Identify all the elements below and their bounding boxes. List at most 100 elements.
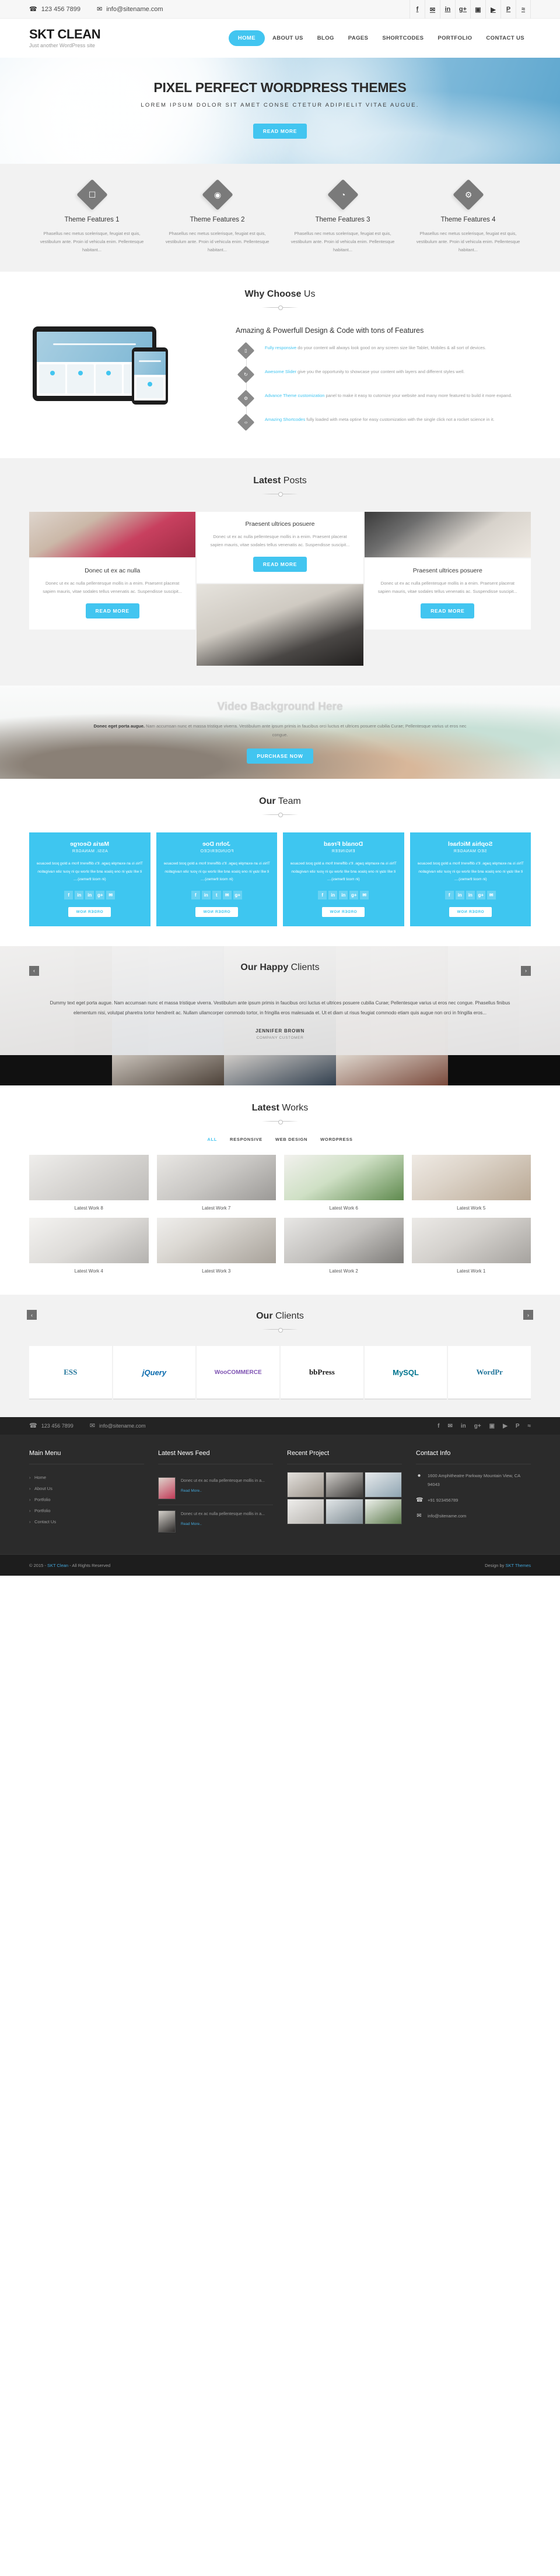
facebook-icon[interactable]: f [64, 890, 74, 899]
post-read-more-button[interactable]: READ MORE [253, 556, 307, 572]
project-thumbnail[interactable] [326, 1499, 363, 1525]
nav-item-portfolio[interactable]: PORTFOLIO [431, 31, 478, 45]
linkedin-icon[interactable]: in [455, 890, 464, 899]
team-order-now-button[interactable]: ORDER NOW [68, 906, 111, 917]
linkedin-icon[interactable]: in [75, 890, 84, 899]
googleplus-icon[interactable]: g+ [455, 0, 470, 19]
feature-card[interactable]: ⚙ Theme Features 4 Phasellus nec metus s… [405, 179, 531, 254]
facebook-icon[interactable]: f [191, 890, 200, 899]
filter-tab-web-design[interactable]: WEB DESIGN [275, 1137, 307, 1142]
project-thumbnail[interactable] [287, 1472, 325, 1498]
linkedin-icon[interactable]: in [339, 890, 348, 899]
rss-icon[interactable]: ≈ [528, 1423, 531, 1429]
hero-read-more-button[interactable]: READ MORE [253, 124, 307, 139]
why-feature-link[interactable]: Advance Theme customization [265, 393, 324, 398]
project-thumbnail[interactable] [326, 1472, 363, 1498]
pinterest-icon[interactable]: P [516, 1423, 520, 1429]
filter-tab-responsive[interactable]: RESPONSIVE [230, 1137, 262, 1142]
nav-item-pages[interactable]: PAGES [342, 31, 375, 45]
client-logo-item[interactable]: WooCOMMERCE [197, 1346, 280, 1400]
post-read-more-button[interactable]: READ MORE [421, 603, 475, 618]
news-read-more-link[interactable]: Read More.. [181, 1489, 202, 1493]
googleplus-icon[interactable]: g+ [476, 890, 485, 899]
facebook-icon[interactable]: f [438, 1423, 439, 1429]
why-feature-link[interactable]: Amazing Shortcodes [265, 417, 305, 422]
linkedin-icon[interactable]: in [328, 890, 338, 899]
feature-card[interactable]: ☐ Theme Features 1 Phasellus nec metus s… [29, 179, 155, 254]
post-read-more-button[interactable]: READ MORE [85, 603, 139, 618]
googleplus-icon[interactable]: g+ [474, 1423, 481, 1429]
footer-menu-item-portfolio[interactable]: Portfolio [29, 1494, 144, 1505]
facebook-icon[interactable]: f [318, 890, 327, 899]
why-feature-link[interactable]: Fully responsive [265, 345, 296, 350]
topbar-email[interactable]: ✉ info@sitename.com [97, 6, 163, 13]
work-item[interactable]: Latest Work 7 [156, 1155, 276, 1211]
post-title[interactable]: Praesent ultrices posuere [374, 567, 522, 574]
twitter-icon[interactable]: t [212, 890, 221, 899]
project-thumbnail[interactable] [287, 1499, 325, 1525]
email-icon[interactable]: ✉ [222, 890, 232, 899]
filter-tab-all[interactable]: ALL [207, 1137, 217, 1142]
client-logo-item[interactable]: jQuery [113, 1346, 196, 1400]
work-item[interactable]: Latest Work 6 [284, 1155, 404, 1211]
site-logo[interactable]: SKT CLEAN Just another WordPress site [29, 28, 101, 49]
footer-email[interactable]: ✉ info@sitename.com [90, 1422, 146, 1429]
googleplus-icon[interactable]: g+ [233, 890, 242, 899]
project-thumbnail[interactable] [364, 1499, 402, 1525]
nav-item-shortcodes[interactable]: SHORTCODES [376, 31, 430, 45]
linkedin-icon[interactable]: in [440, 0, 455, 19]
footer-phone[interactable]: ☎ 123 456 7899 [29, 1422, 74, 1429]
googleplus-icon[interactable]: g+ [349, 890, 359, 899]
project-thumbnail[interactable] [364, 1472, 402, 1498]
clients-next-button[interactable]: › [523, 1310, 533, 1320]
linkedin-icon[interactable]: in [201, 890, 211, 899]
post-title[interactable]: Praesent ultrices posuere [206, 521, 354, 528]
testimonial-prev-button[interactable]: ‹ [29, 965, 39, 976]
feature-card[interactable]: ◔ Theme Features 3 Phasellus nec metus s… [280, 179, 405, 254]
facebook-icon[interactable]: f [444, 890, 454, 899]
work-item[interactable]: Latest Work 1 [411, 1218, 531, 1274]
email-icon[interactable]: ✉ [487, 890, 496, 899]
youtube-icon[interactable]: ▶ [503, 1423, 508, 1429]
twitter-icon[interactable]: ✉ [425, 0, 440, 19]
twitter-icon[interactable]: ✉ [447, 1423, 452, 1429]
linkedin-icon[interactable]: in [85, 890, 94, 899]
client-logo-item[interactable]: bbPress [281, 1346, 363, 1400]
footer-menu-item-contact-us[interactable]: Contact Us [29, 1516, 144, 1527]
work-item[interactable]: Latest Work 4 [29, 1218, 149, 1274]
client-logo-item[interactable]: WordPr [448, 1346, 531, 1400]
copyright-site-link[interactable]: SKT Clean [47, 1563, 68, 1568]
client-logo-item[interactable]: MySQL [364, 1346, 447, 1400]
topbar-phone[interactable]: ☎ 123 456 7899 [29, 6, 80, 13]
nav-item-home[interactable]: HOME [228, 30, 265, 46]
post-thumbnail[interactable] [197, 584, 363, 666]
rss-icon[interactable]: ≈ [516, 0, 531, 19]
footer-menu-item-portfolio-2[interactable]: Portfolio [29, 1505, 144, 1516]
pinterest-icon[interactable]: P [501, 0, 516, 19]
footer-contact-email[interactable]: ✉ info@sitename.com [416, 1512, 531, 1520]
testimonial-next-button[interactable]: › [521, 965, 531, 976]
feature-card[interactable]: ◉ Theme Features 2 Phasellus nec metus s… [155, 179, 280, 254]
work-item[interactable]: Latest Work 2 [284, 1218, 404, 1274]
filter-tab-wordpress[interactable]: WORDPRESS [320, 1137, 352, 1142]
footer-contact-phone[interactable]: ☎ +91 923456789 [416, 1496, 531, 1505]
why-feature-link[interactable]: Awesome Slider [265, 369, 296, 374]
clients-prev-button[interactable]: ‹ [27, 1310, 37, 1320]
team-order-now-button[interactable]: ORDER NOW [449, 906, 492, 917]
post-thumbnail[interactable] [29, 511, 196, 557]
team-order-now-button[interactable]: ORDER NOW [322, 906, 365, 917]
instagram-icon[interactable]: ▣ [489, 1423, 495, 1429]
news-thumbnail[interactable] [158, 1510, 176, 1533]
purchase-now-button[interactable]: PURCHASE NOW [247, 748, 313, 764]
instagram-icon[interactable]: ▣ [470, 0, 485, 19]
googleplus-icon[interactable]: g+ [96, 890, 105, 899]
email-icon[interactable]: ✉ [106, 890, 116, 899]
footer-menu-item-about-us[interactable]: About Us [29, 1483, 144, 1494]
work-item[interactable]: Latest Work 3 [156, 1218, 276, 1274]
work-item[interactable]: Latest Work 5 [411, 1155, 531, 1211]
nav-item-blog[interactable]: BLOG [311, 31, 341, 45]
news-thumbnail[interactable] [158, 1477, 176, 1500]
client-logo-item[interactable]: ESS [29, 1346, 112, 1400]
facebook-icon[interactable]: f [410, 0, 425, 19]
footer-menu-item-home[interactable]: Home [29, 1472, 144, 1483]
